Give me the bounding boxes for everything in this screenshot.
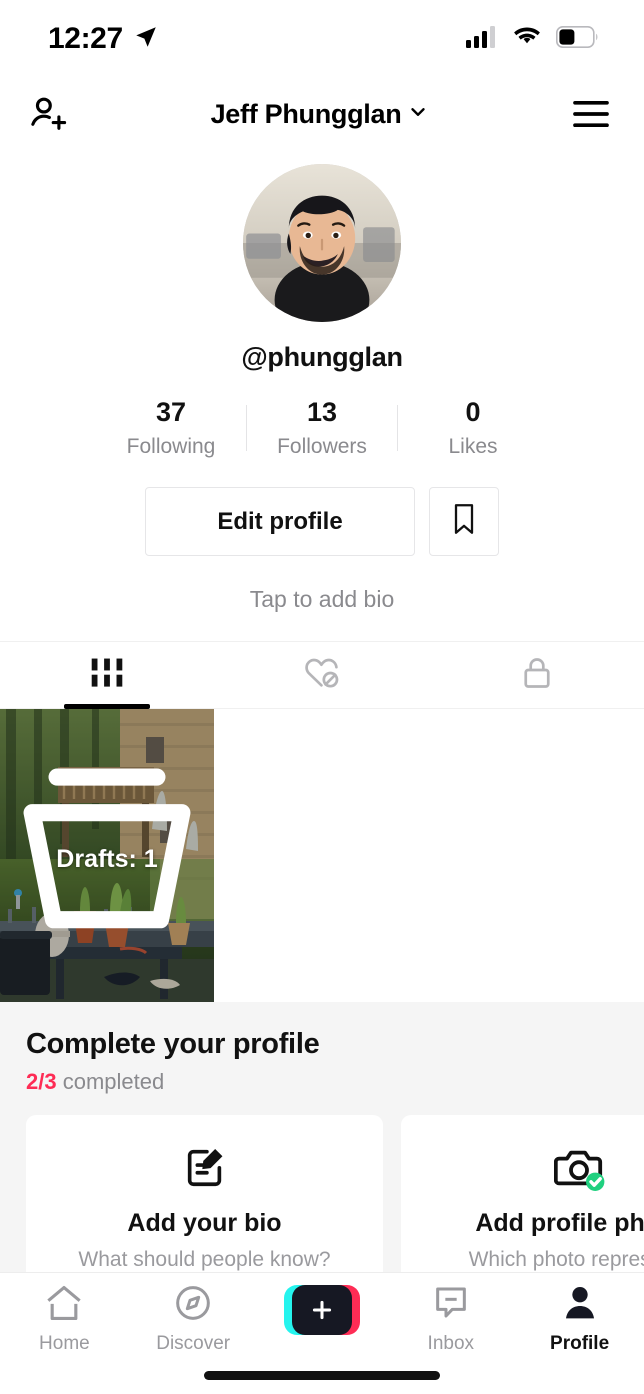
complete-profile-cards: Add your bio What should people know? Ad… [26, 1115, 644, 1272]
bookmark-icon [450, 503, 478, 540]
content-tabs [0, 641, 644, 710]
status-bar-right [466, 25, 600, 53]
stat-value: 0 [465, 397, 481, 427]
grid-empty-cell [214, 709, 428, 1003]
draft-overlay: Drafts: 1 [0, 709, 214, 1002]
nav-item-inbox[interactable]: Inbox [386, 1283, 515, 1355]
progress-suffix: completed [56, 1069, 165, 1095]
drafts-tile[interactable]: Drafts: 1 [0, 709, 214, 1003]
stat-label: Followers [277, 435, 367, 459]
card-add-profile-photo[interactable]: Add profile photo Which photo represents [401, 1115, 644, 1272]
battery-icon [556, 25, 600, 53]
stat-following[interactable]: 37 Following [96, 397, 246, 459]
page-title[interactable]: Jeff Phungglan [211, 99, 430, 130]
card-title: Add your bio [127, 1209, 282, 1238]
status-bar-time: 12:27 [48, 22, 123, 55]
stat-likes[interactable]: 0 Likes [398, 397, 548, 459]
grid-icon [88, 656, 126, 695]
stat-label: Following [126, 435, 216, 459]
card-description: What should people know? [78, 1248, 331, 1272]
cellular-signal-icon [466, 25, 498, 53]
nav-item-create[interactable] [258, 1283, 387, 1342]
app-header: Jeff Phungglan [0, 78, 644, 150]
tab-videos[interactable] [0, 642, 215, 710]
video-grid: Drafts: 1 [0, 709, 644, 1003]
nav-label: Discover [156, 1333, 231, 1354]
nav-item-profile[interactable]: Profile [515, 1283, 644, 1355]
person-icon [559, 1283, 601, 1328]
create-plus-icon [283, 1283, 360, 1337]
status-bar-left: 12:27 [48, 22, 159, 56]
hamburger-menu-icon[interactable] [564, 87, 618, 141]
heart-hidden-icon [302, 655, 342, 696]
nav-item-discover[interactable]: Discover [129, 1283, 258, 1355]
complete-profile-title: Complete your profile [26, 1028, 320, 1061]
grid-empty-cell [428, 709, 642, 1003]
tab-private[interactable] [429, 642, 644, 708]
nav-label: Profile [550, 1333, 610, 1354]
avatar[interactable] [243, 164, 401, 322]
nav-item-home[interactable]: Home [0, 1283, 129, 1355]
card-title: Add profile photo [475, 1209, 644, 1238]
home-indicator [204, 1371, 440, 1380]
profile-handle: @phungglan [241, 342, 403, 372]
nav-label: Inbox [427, 1333, 475, 1354]
nav-label: Home [39, 1333, 90, 1354]
profile-stats: 37 Following 13 Followers 0 Likes [96, 397, 548, 459]
tab-liked[interactable] [215, 642, 430, 708]
inbox-icon [430, 1283, 472, 1328]
tiktok-profile-screen: 12:27 Jeff Phungglan @phungglan 37 Follo… [0, 0, 644, 1394]
edit-profile-button[interactable]: Edit profile [145, 487, 415, 557]
location-arrow-icon [133, 24, 159, 55]
bookmark-button[interactable] [429, 487, 499, 557]
complete-profile-section: Complete your profile 2/3 completed Add … [0, 1002, 644, 1272]
stat-followers[interactable]: 13 Followers [247, 397, 397, 459]
card-description: Which photo represents [468, 1248, 644, 1272]
camera-icon [553, 1141, 606, 1193]
add-friend-icon[interactable] [22, 87, 76, 141]
stat-label: Likes [448, 435, 498, 459]
lock-icon [520, 655, 554, 696]
profile-section: @phungglan 37 Following 13 Followers 0 L… [0, 150, 644, 613]
progress-fraction: 2/3 [26, 1069, 57, 1095]
status-bar: 12:27 [0, 0, 644, 78]
complete-profile-progress: 2/3 completed [26, 1069, 644, 1095]
create-core [291, 1285, 352, 1335]
stat-value: 37 [155, 397, 187, 427]
stat-value: 13 [306, 397, 338, 427]
chevron-down-icon [407, 99, 429, 130]
bio-placeholder[interactable]: Tap to add bio [250, 586, 395, 613]
avatar-image [243, 164, 401, 322]
wifi-icon [512, 26, 542, 53]
edit-note-icon [182, 1141, 228, 1193]
home-icon [43, 1283, 85, 1328]
profile-actions: Edit profile [145, 487, 499, 557]
profile-name: Jeff Phungglan [210, 98, 402, 129]
card-add-bio[interactable]: Add your bio What should people know? [26, 1115, 383, 1272]
compass-icon [172, 1283, 214, 1328]
